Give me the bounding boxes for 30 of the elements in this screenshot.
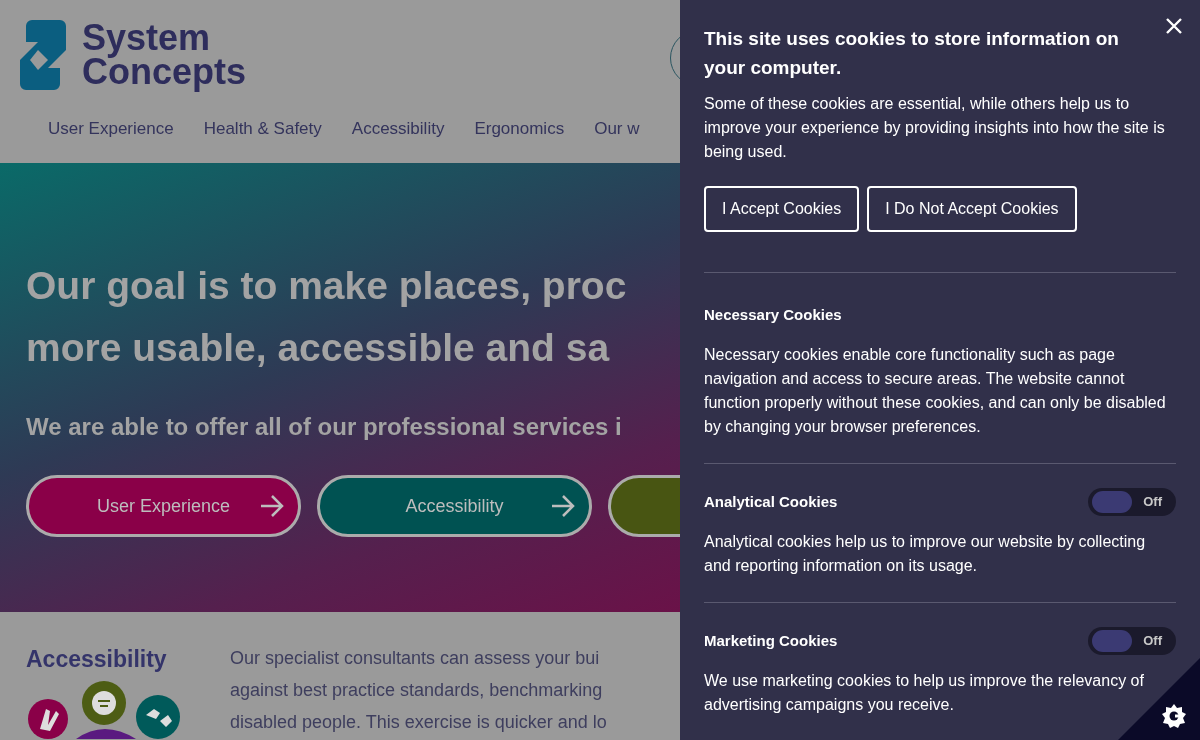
- paragraph-line: against best practice standards, benchmarking: [230, 679, 604, 702]
- cookie-button[interactable]: I Accept Cookies: [704, 186, 860, 232]
- category-button[interactable]: User Experience: [26, 475, 301, 537]
- category-description: Necessary cookies enable core functionality such as page navigation and access to secure areas. The website cannot function properly without these cookies, and can only be disabled by changing your browser preferences.: [704, 345, 1167, 437]
- close-button[interactable]: [1166, 18, 1182, 34]
- nav-link[interactable]: Health & Safety: [203, 116, 322, 142]
- cookie-intro-text: Some of these cookies are essential, while others help us to improve your experience by providing insights into how the site is being used.: [704, 94, 1166, 162]
- nav-link[interactable]: User Experience: [48, 116, 174, 142]
- paragraph-line: disabled people. This exercise is quicker and lo: [230, 711, 607, 734]
- nav-link[interactable]: Our w: [594, 116, 640, 142]
- paragraph-line: Our specialist consultants can assess your bui: [230, 647, 601, 670]
- toggle-switch[interactable]: Off: [1088, 627, 1176, 655]
- hero-heading: more usable, accessible and sa: [26, 325, 611, 371]
- cookie-banner-title: This site uses cookies to store information on your computer.: [704, 27, 1120, 80]
- hero-subheading: We are able to offer all of our professional services i: [26, 412, 623, 442]
- category-title: Marketing Cookies: [704, 630, 838, 651]
- cookie-button[interactable]: I Do Not Accept Cookies: [867, 186, 1077, 232]
- logo-icon: [20, 20, 66, 90]
- category-description: Analytical cookies help us to improve our website by collecting and reporting information on its usage.: [704, 532, 1147, 576]
- category-title: Necessary Cookies: [704, 304, 842, 325]
- arrow-icon: [551, 495, 575, 517]
- nav-link[interactable]: Accessibility: [351, 116, 445, 142]
- arrow-icon: [260, 495, 284, 517]
- category-description: We use marketing cookies to help us improve the relevancy of advertising campaigns you receive.: [704, 671, 1145, 715]
- toggle-switch[interactable]: Off: [1088, 488, 1176, 516]
- category-title: Analytical Cookies: [704, 491, 838, 512]
- category-button[interactable]: Accessibility: [317, 475, 592, 537]
- section-title: Accessibility: [26, 645, 168, 674]
- nav-link[interactable]: Ergonomics: [474, 116, 565, 142]
- hero-heading: Our goal is to make places, proc: [26, 263, 628, 309]
